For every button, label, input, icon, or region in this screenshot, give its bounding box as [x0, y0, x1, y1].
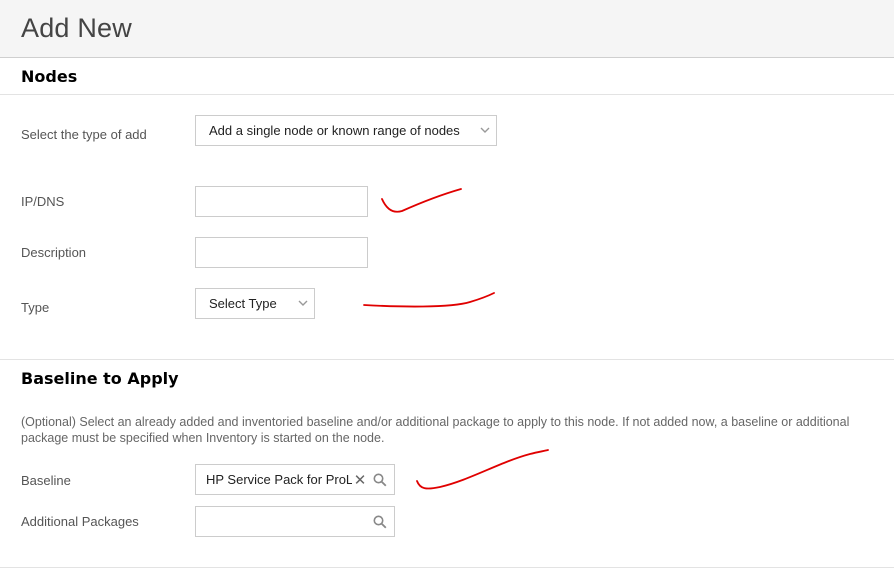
ip-dns-label: IP/DNS: [21, 194, 65, 209]
baseline-search-input[interactable]: HP Service Pack for ProLiant ✕: [195, 464, 395, 495]
additional-packages-label: Additional Packages: [21, 514, 139, 529]
type-of-add-value: Add a single node or known range of node…: [209, 123, 460, 138]
description-input[interactable]: [195, 237, 368, 268]
annotation-stroke: [381, 188, 462, 213]
type-select[interactable]: Select Type: [195, 288, 315, 319]
divider: [0, 94, 894, 95]
annotation-stroke: [363, 292, 495, 308]
search-icon[interactable]: [370, 515, 390, 529]
type-of-add-label: Select the type of add: [21, 127, 147, 142]
baseline-label: Baseline: [21, 473, 71, 488]
baseline-section-title: Baseline to Apply: [21, 369, 179, 388]
ip-dns-input[interactable]: [195, 186, 368, 217]
page-header: Add New: [0, 0, 894, 58]
annotation-stroke: [416, 449, 549, 490]
divider: [0, 567, 894, 568]
close-icon[interactable]: ✕: [352, 471, 368, 489]
chevron-down-icon: [474, 127, 496, 134]
chevron-down-icon: [292, 300, 314, 307]
page-title: Add New: [21, 13, 132, 43]
type-label: Type: [21, 300, 50, 315]
nodes-section-title: Nodes: [21, 67, 78, 86]
type-value: Select Type: [209, 296, 277, 311]
baseline-help-text: (Optional) Select an already added and i…: [21, 415, 850, 445]
additional-packages-search-input[interactable]: [195, 506, 395, 537]
description-label: Description: [21, 245, 87, 260]
type-of-add-select[interactable]: Add a single node or known range of node…: [195, 115, 497, 146]
divider: [0, 359, 894, 360]
search-icon[interactable]: [370, 473, 390, 487]
annotation-scribbles: [363, 188, 549, 490]
baseline-value: HP Service Pack for ProLiant: [206, 472, 352, 487]
